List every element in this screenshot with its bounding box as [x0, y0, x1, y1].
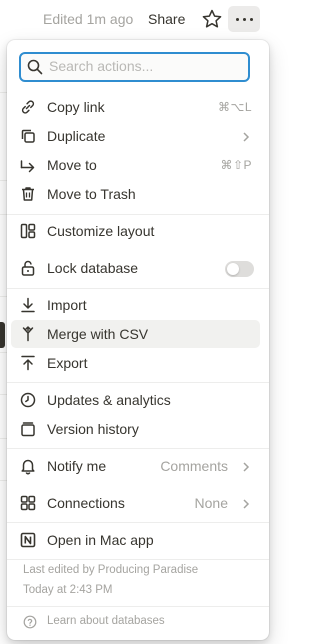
keyboard-shortcut: ⌘⇧P [220, 158, 252, 172]
search-input[interactable] [49, 56, 239, 76]
menu-item-label: Open in Mac app [47, 532, 154, 548]
menu-item-duplicate[interactable]: Duplicate [11, 122, 260, 150]
menu-item-open-in-mac-app[interactable]: Open in Mac app [11, 526, 260, 554]
share-button[interactable]: Share [148, 11, 185, 27]
keyboard-shortcut: ⌘⌥L [217, 100, 252, 114]
menu-item-import[interactable]: Import [11, 291, 260, 319]
more-options-button[interactable] [228, 6, 260, 32]
menu-item-label: Updates & analytics [47, 392, 171, 408]
menu-divider [7, 522, 269, 523]
menu-item-copy-link[interactable]: Copy link ⌘⌥L [11, 93, 260, 121]
chevron-right-icon [240, 460, 252, 472]
last-edited-text: Last edited by Producing Paradise [23, 564, 199, 576]
menu-item-notify-me[interactable]: Notify me Comments [11, 452, 260, 480]
chevron-right-icon [240, 497, 252, 509]
learn-about-databases-link[interactable]: Learn about databases [19, 612, 249, 634]
menu-item-label: Version history [47, 421, 139, 437]
menu-item-export[interactable]: Export [11, 349, 260, 377]
layout-icon [19, 222, 37, 240]
menu-item-label: Connections [47, 495, 125, 511]
menu-item-move-to-trash[interactable]: Move to Trash [11, 180, 260, 208]
lock-icon [19, 259, 37, 277]
menu-item-label: Export [47, 355, 88, 371]
top-bar: Edited 1m ago Share [0, 0, 263, 38]
menu-item-label: Copy link [47, 99, 105, 115]
edited-timestamp: Edited 1m ago [43, 11, 134, 27]
menu-item-updates-analytics[interactable]: Updates & analytics [11, 386, 260, 414]
chevron-right-icon [240, 130, 252, 142]
notion-app-icon [19, 531, 37, 549]
menu-divider [7, 448, 269, 449]
menu-divider [7, 559, 269, 560]
menu-item-customize-layout[interactable]: Customize layout [11, 217, 260, 245]
connections-value: None [194, 495, 228, 511]
menu-item-lock-database[interactable]: Lock database [11, 254, 260, 282]
menu-divider [7, 606, 269, 607]
notify-value: Comments [160, 458, 228, 474]
more-dot-icon [250, 18, 253, 21]
menu-item-label: Lock database [47, 260, 139, 276]
menu-divider [7, 382, 269, 383]
last-edited-time: Today at 2:43 PM [23, 584, 113, 596]
menu-divider [7, 288, 269, 289]
more-dot-icon [243, 18, 246, 21]
history-icon [19, 420, 37, 438]
actions-menu: Copy link ⌘⌥L Duplicate Move to ⌘⇧P Move… [7, 40, 269, 640]
menu-item-version-history[interactable]: Version history [11, 415, 260, 443]
learn-link-label: Learn about databases [47, 615, 165, 627]
menu-item-connections[interactable]: Connections None [11, 489, 260, 517]
menu-item-label: Merge with CSV [47, 326, 149, 342]
lock-database-toggle[interactable] [225, 261, 254, 277]
search-icon [26, 58, 44, 76]
menu-item-label: Move to Trash [47, 186, 136, 202]
merge-icon [19, 325, 37, 343]
background-row-marker [0, 322, 5, 348]
trash-icon [19, 185, 37, 203]
menu-item-label: Notify me [47, 458, 107, 474]
toggle-knob [227, 263, 239, 275]
link-icon [19, 98, 37, 116]
menu-item-label: Move to [47, 157, 97, 173]
menu-item-merge-with-csv[interactable]: Merge with CSV [11, 320, 260, 348]
menu-item-label: Duplicate [47, 128, 106, 144]
arrow-right-icon [19, 156, 37, 174]
star-icon[interactable] [201, 8, 223, 30]
export-icon [19, 354, 37, 372]
menu-divider [7, 214, 269, 215]
more-dot-icon [236, 18, 239, 21]
menu-item-move-to[interactable]: Move to ⌘⇧P [11, 151, 260, 179]
menu-item-label: Import [47, 297, 87, 313]
help-icon [23, 615, 37, 629]
search-box[interactable] [19, 52, 250, 82]
import-icon [19, 296, 37, 314]
connections-icon [19, 494, 37, 512]
duplicate-icon [19, 127, 37, 145]
clock-icon [19, 391, 37, 409]
menu-item-label: Customize layout [47, 223, 155, 239]
bell-icon [19, 457, 37, 475]
